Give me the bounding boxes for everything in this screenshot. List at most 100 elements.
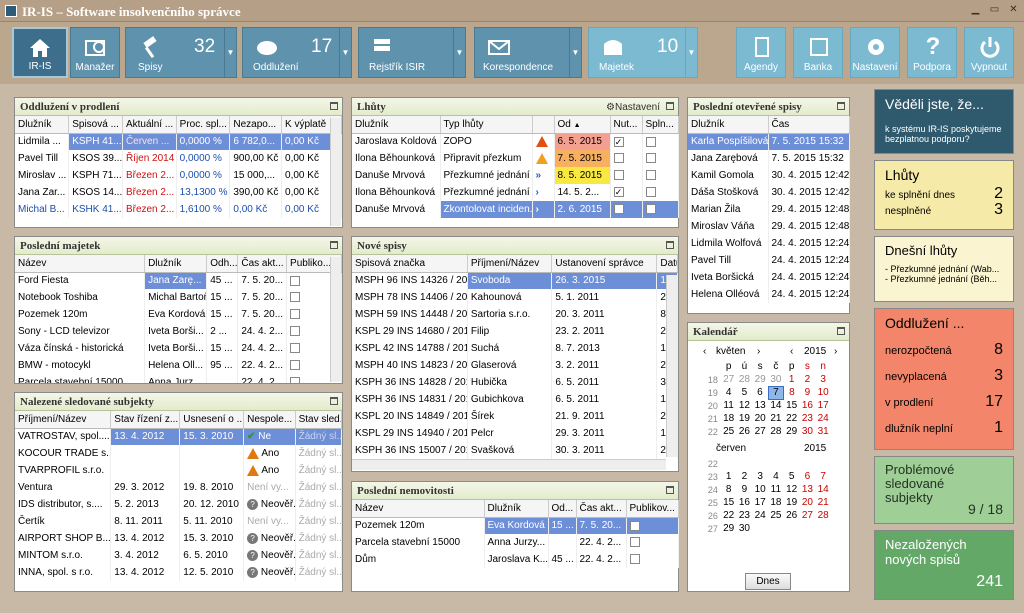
table-row[interactable]: Notebook Toshiba Michal Bartoň 15 ... 7. 5.… — [15, 289, 342, 306]
day[interactable]: 25 — [768, 509, 784, 522]
col-header[interactable]: Čas akt... — [237, 255, 288, 273]
tb-rejstrik-button[interactable]: Rejstřík ISIR ▼ — [358, 27, 466, 78]
table-row[interactable]: Ilona Běhounková Přezkumné jednání › 14. 5.… — [352, 184, 679, 201]
table-row[interactable]: Parcela stavební 15000 Anna Jurzy... 22. 4… — [352, 534, 679, 551]
day[interactable]: 14 — [815, 483, 831, 496]
table-row[interactable]: Ventura 29. 3. 2012 19. 8. 2010 Není vy... Ž… — [15, 479, 343, 496]
table-row[interactable]: Jana Zarębová 7. 5. 2015 15:32 — [688, 150, 850, 167]
checkbox[interactable] — [613, 204, 624, 215]
tb-manazer-button[interactable]: Manažer — [70, 27, 120, 78]
checkbox-checked[interactable]: ✓ — [613, 187, 624, 198]
day[interactable]: 25 — [721, 425, 737, 438]
day[interactable]: 22 — [784, 412, 800, 425]
today-button[interactable]: Dnes — [745, 573, 791, 590]
tile-oddluzeni[interactable]: Oddlužení ... nerozpočtená 8 nevyplacená 3… — [874, 308, 1014, 450]
day[interactable]: 1 — [784, 373, 800, 386]
checkbox[interactable] — [613, 170, 624, 181]
col-header[interactable]: Od ▲ — [554, 116, 611, 134]
day[interactable]: 24 — [815, 412, 831, 425]
col-header[interactable]: Od... — [548, 500, 577, 518]
table-row[interactable]: Parcela stavební 15000 Anna Jurz... 22. 4.… — [15, 374, 342, 383]
tile-problemove-subjekty[interactable]: Problémové sledované subjekty 9 / 18 — [874, 456, 1014, 524]
table-row[interactable]: Miroslav Váňa 29. 4. 2015 12:48 — [688, 218, 850, 235]
day[interactable]: 29 — [752, 373, 768, 386]
day[interactable]: 8 — [721, 483, 737, 496]
day[interactable]: 28 — [737, 373, 753, 386]
tb-podpora-button[interactable]: ? Podpora — [907, 27, 957, 78]
day[interactable]: 3 — [815, 373, 831, 386]
day[interactable]: 17 — [815, 399, 831, 412]
publish-checkbox[interactable] — [290, 360, 301, 371]
day[interactable]: 28 — [768, 425, 784, 438]
day[interactable]: 12 — [784, 483, 800, 496]
day[interactable]: 10 — [752, 483, 768, 496]
scrollbar[interactable] — [330, 118, 341, 226]
checkbox-checked[interactable]: ✓ — [613, 136, 624, 147]
table-row[interactable]: KSPH 36 INS 14828 / 2010 Hubička 6. 5. 201… — [352, 374, 678, 391]
table-row[interactable]: KSPL 20 INS 14849 / 2011 Šírek 21. 9. 2011… — [352, 408, 678, 425]
day[interactable]: 21 — [815, 496, 831, 509]
day[interactable]: 9 — [737, 483, 753, 496]
chevron-down-icon[interactable]: ▼ — [339, 28, 351, 77]
publish-checkbox[interactable] — [290, 326, 301, 337]
col-header[interactable]: Publikov... — [626, 500, 679, 518]
day[interactable]: 17 — [752, 496, 768, 509]
day[interactable]: 26 — [784, 509, 800, 522]
day[interactable]: 3 — [752, 470, 768, 483]
day[interactable]: 13 — [800, 483, 816, 496]
day[interactable]: 2 — [800, 373, 816, 386]
day[interactable]: 18 — [768, 496, 784, 509]
table-row[interactable]: Danuše Mrvová Přezkumné jednání» 8. 5. 201… — [352, 167, 679, 184]
table-row[interactable]: Pavel Till 24. 4. 2015 12:24 — [688, 252, 850, 269]
tb-agendy-button[interactable]: Agendy — [736, 27, 786, 78]
table-row[interactable]: Ford Fiesta Jana Zarę... 45 ... 7. 5. 20... — [15, 272, 342, 289]
table-row[interactable]: Michal B... KSHK 41... Březen 2... 1,6100 %… — [15, 201, 342, 218]
col-header[interactable]: Odh... — [206, 255, 239, 273]
table-row[interactable]: Dům Jaroslava K... 45 ... 22. 4. 2... — [352, 551, 679, 568]
table-row[interactable]: MINTOM s.r.o. 3. 4. 2012 6. 5. 2010? Neově… — [15, 547, 343, 564]
maximize-button[interactable]: ▭ — [987, 3, 1002, 17]
table-row[interactable]: KSPH 36 INS 15007 / 2011 Svašková 30. 3. 2… — [352, 442, 678, 459]
next-year-icon[interactable]: › — [834, 346, 837, 357]
table-row[interactable]: Miroslav ... KSPH 71... Březen 2... 0,0000 … — [15, 167, 342, 184]
day[interactable]: 22 — [721, 509, 737, 522]
tb-korespondence-button[interactable]: Korespondence ▼ — [474, 27, 582, 78]
day[interactable]: 18 — [721, 412, 737, 425]
table-row[interactable]: MSPH 78 INS 14406 / 2011 Kahounová 5. 1. 2… — [352, 289, 678, 306]
table-row[interactable]: Ilona Běhounková Připravit přezkum 7. 5. 2… — [352, 150, 679, 167]
horizontal-scrollbar[interactable] — [352, 459, 666, 470]
day[interactable]: 14 — [768, 399, 784, 412]
table-row[interactable]: KSPL 29 INS 14680 / 2010 Filip 23. 2. 2011… — [352, 323, 678, 340]
tile-tip[interactable]: Věděli jste, že... k systému IR-IS posky… — [874, 89, 1014, 154]
table-row[interactable]: MSPH 40 INS 14823 / 2010 Glaserová 3. 2. 2… — [352, 357, 678, 374]
table-row[interactable]: INNA, spol. s r.o. 13. 4. 2012 12. 5. 2010… — [15, 564, 343, 581]
day[interactable]: 23 — [737, 509, 753, 522]
day[interactable]: 27 — [800, 509, 816, 522]
day-today[interactable]: 7 — [767, 385, 785, 400]
table-row[interactable]: Helena Olléová 24. 4. 2015 12:24 — [688, 286, 850, 303]
tb-banka-button[interactable]: Banka — [793, 27, 843, 78]
day[interactable]: 26 — [737, 425, 753, 438]
table-row[interactable]: BMW - motocykl Helena Oll... 95 ... 22. 4. … — [15, 357, 342, 374]
table-row[interactable]: Danuše Mrvová Zkontolovat inciden... › 2. 6… — [352, 201, 679, 218]
col-header[interactable]: Název — [352, 500, 485, 518]
maximize-icon[interactable] — [837, 327, 845, 335]
day[interactable]: 30 — [768, 373, 784, 386]
col-header[interactable] — [532, 116, 555, 134]
day[interactable]: 29 — [721, 522, 737, 535]
col-header[interactable]: Usnesení o ... — [179, 411, 245, 429]
col-header[interactable]: Dlužník — [144, 255, 208, 273]
prev-year-icon[interactable]: ‹ — [790, 346, 793, 357]
day[interactable]: 12 — [737, 399, 753, 412]
col-header[interactable]: Dlužník — [352, 116, 441, 134]
day[interactable]: 4 — [768, 470, 784, 483]
publish-checkbox[interactable] — [629, 520, 640, 531]
col-header[interactable]: Proc. spl... — [176, 116, 231, 134]
table-row[interactable]: Karla Pospíšilová 7. 5. 2015 15:32 — [688, 133, 850, 150]
table-row[interactable]: KOCOUR TRADE s.... Ano Žádný sl... — [15, 445, 343, 462]
chevron-down-icon[interactable]: ▼ — [569, 28, 581, 77]
table-row[interactable]: Čertík 8. 11. 2011 5. 11. 2010 Není vy... Žá… — [15, 513, 343, 530]
table-row[interactable]: Sony - LCD televizor Iveta Borši... 2 ... 2… — [15, 323, 342, 340]
table-row[interactable]: Marian Žila 29. 4. 2015 12:48 — [688, 201, 850, 218]
day[interactable]: 11 — [721, 399, 737, 412]
